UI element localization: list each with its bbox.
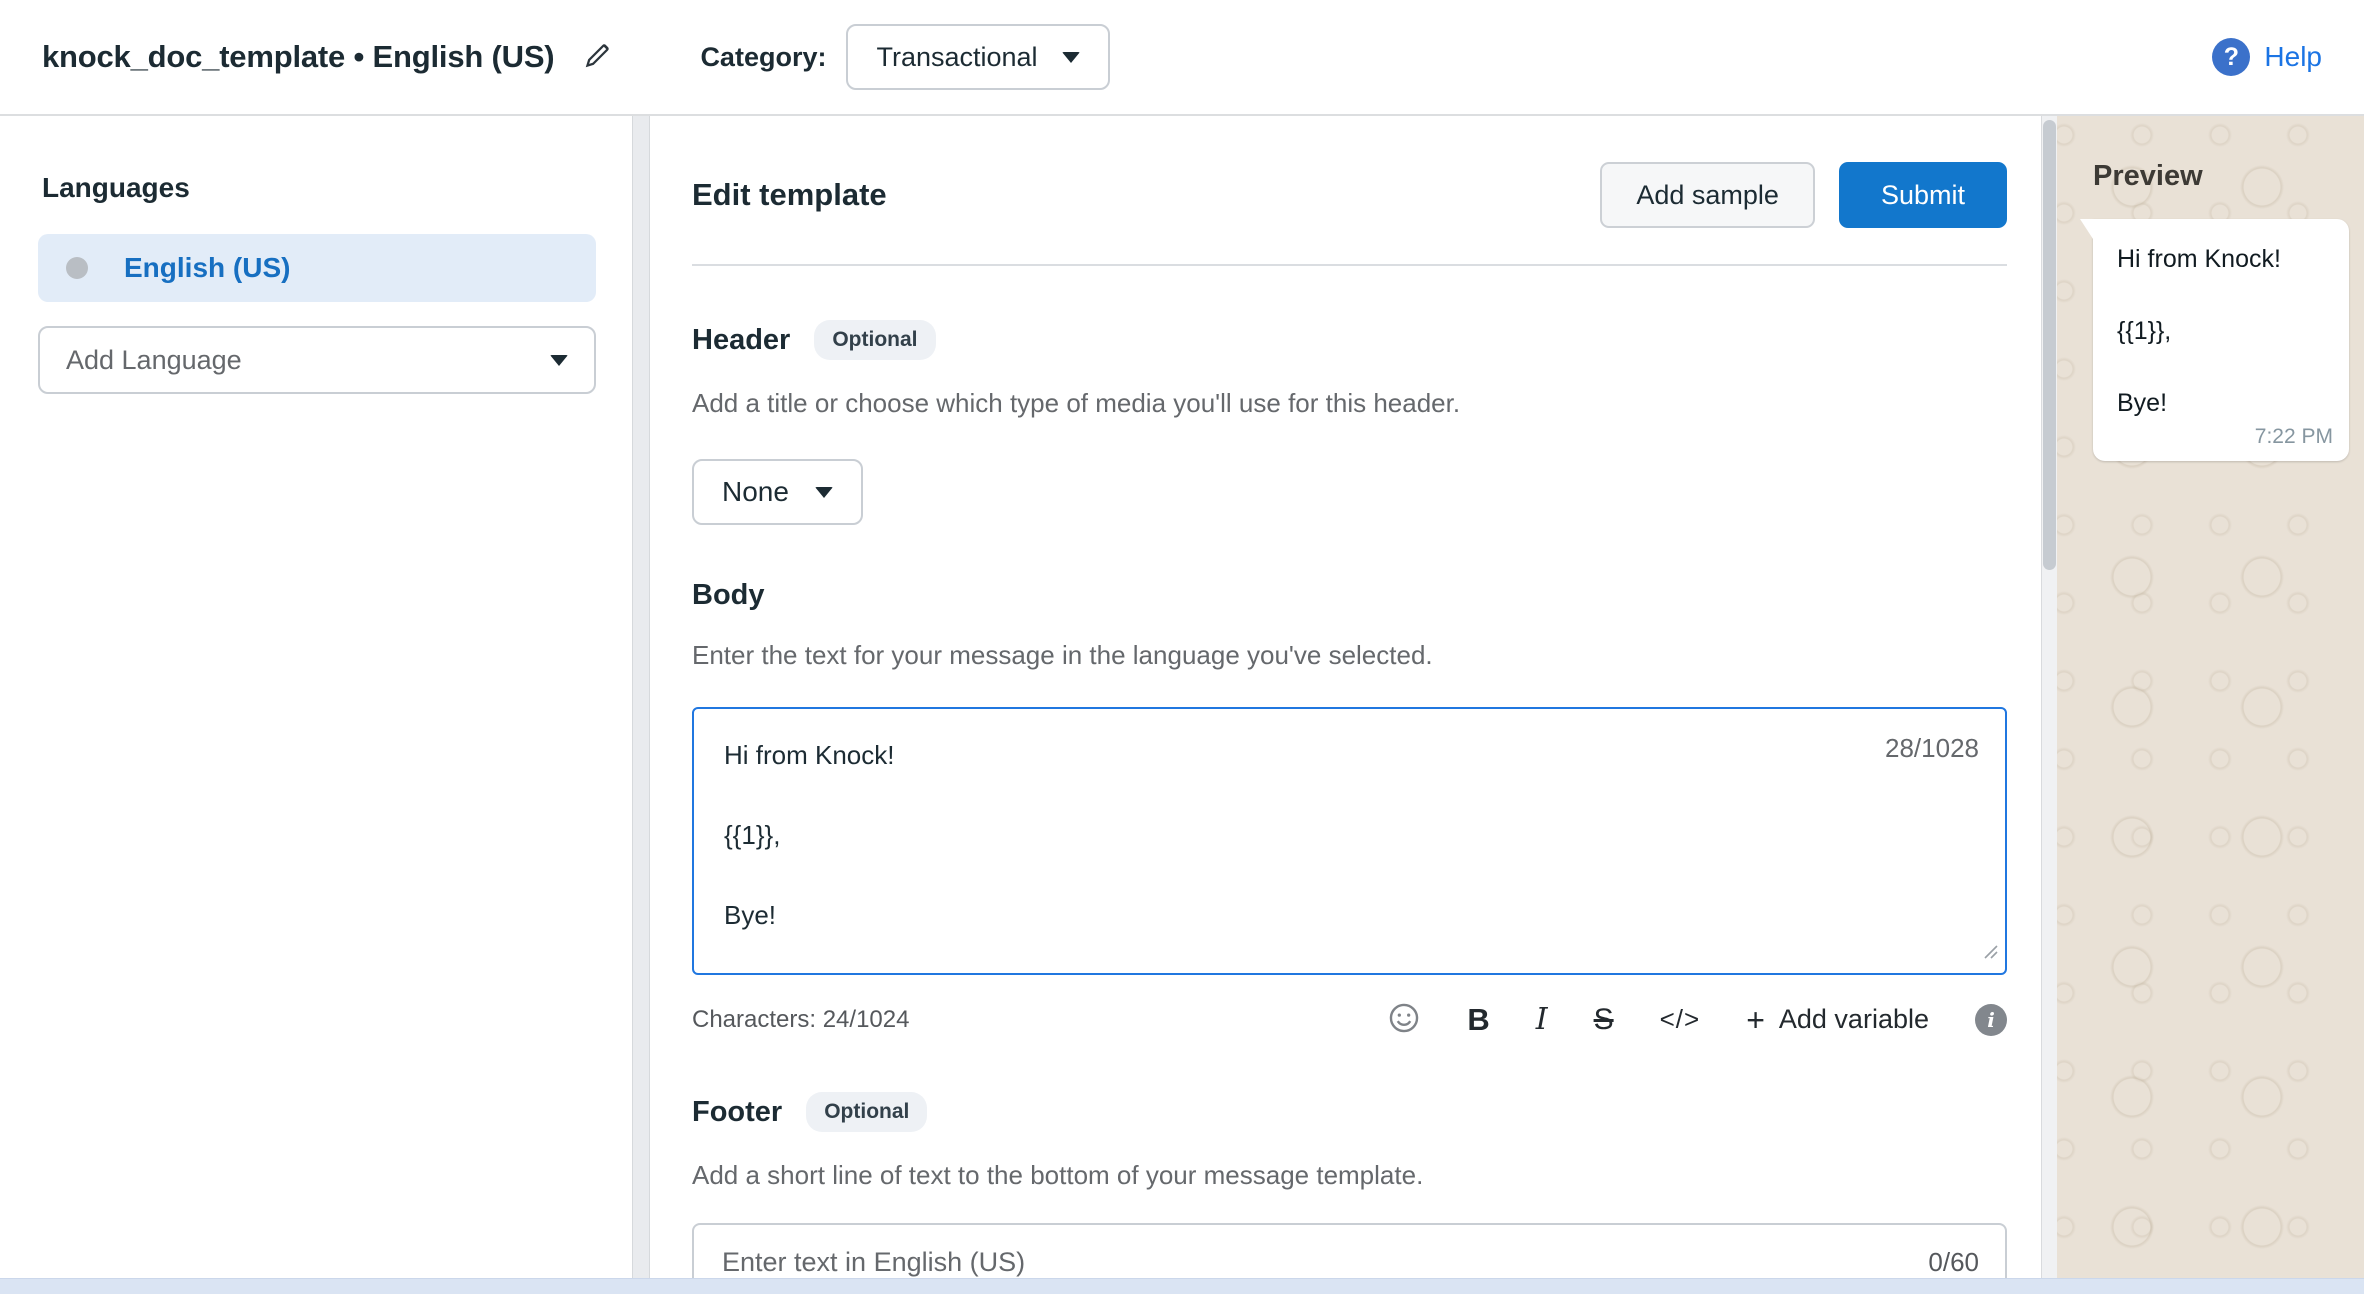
category-label: Category: — [700, 42, 826, 73]
body-textarea[interactable]: Hi from Knock! {{1}}, Bye! — [692, 707, 2007, 975]
bold-button[interactable]: B — [1467, 1002, 1489, 1038]
horizontal-scrollbar[interactable] — [0, 1278, 2364, 1294]
preview-heading: Preview — [2093, 160, 2350, 193]
characters-count: Characters: 24/1024 — [692, 1006, 909, 1034]
language-item-label: English (US) — [124, 252, 290, 284]
header-section-head: Header Optional — [692, 320, 2007, 360]
pencil-icon — [582, 41, 612, 74]
italic-button[interactable]: I — [1536, 1002, 1548, 1037]
footer-section-title: Footer — [692, 1096, 782, 1129]
language-item-english-us[interactable]: English (US) — [38, 234, 596, 302]
strikethrough-icon: S — [1594, 1003, 1614, 1037]
add-variable-label: Add variable — [1779, 1004, 1929, 1035]
edit-template-panel: Edit template Add sample Submit Header O… — [650, 116, 2041, 1294]
languages-sidebar: Languages English (US) Add Language — [0, 116, 632, 1294]
message-bubble: Hi from Knock! {{1}}, Bye! 7:22 PM — [2093, 219, 2349, 461]
category-group: Category: Transactional — [700, 24, 1109, 90]
preview-panel: Preview Hi from Knock! {{1}}, Bye! 7:22 … — [2057, 116, 2364, 1294]
edit-template-heading: Edit template — [692, 177, 887, 213]
info-button[interactable]: i — [1975, 1004, 2007, 1036]
chevron-down-icon — [1062, 52, 1080, 63]
footer-char-counter: 0/60 — [1928, 1247, 1979, 1278]
message-timestamp: 7:22 PM — [2255, 425, 2333, 449]
emoji-button[interactable] — [1387, 1001, 1421, 1038]
body-char-counter: 28/1028 — [1885, 733, 1979, 764]
plus-icon: + — [1746, 1004, 1765, 1036]
divider — [692, 264, 2007, 266]
message-text: Hi from Knock! {{1}}, Bye! — [2117, 241, 2329, 421]
whatsapp-template-editor: knock_doc_template • English (US) Catego… — [0, 0, 2364, 1294]
category-value: Transactional — [876, 42, 1037, 73]
body-textarea-wrap: Hi from Knock! {{1}}, Bye! 28/1028 — [692, 707, 2007, 975]
add-variable-button[interactable]: + Add variable — [1746, 1004, 1929, 1036]
footer-section: Footer Optional Add a short line of text… — [692, 1092, 2007, 1294]
header-section-description: Add a title or choose which type of medi… — [692, 388, 2007, 419]
footer-section-head: Footer Optional — [692, 1092, 2007, 1132]
code-icon: </> — [1660, 1004, 1701, 1035]
main-scrollbar[interactable] — [2041, 116, 2057, 1294]
scrollbar-thumb[interactable] — [2043, 120, 2056, 570]
template-title-group: knock_doc_template • English (US) — [42, 39, 612, 75]
resize-handle-icon[interactable] — [1981, 942, 1999, 965]
strikethrough-button[interactable]: S — [1594, 1003, 1614, 1037]
add-language-placeholder: Add Language — [66, 345, 242, 376]
optional-badge: Optional — [806, 1092, 927, 1132]
chevron-down-icon — [815, 487, 833, 498]
page-title: knock_doc_template • English (US) — [42, 39, 554, 75]
header-actions: Add sample Submit — [1600, 162, 2007, 228]
body-section-title: Body — [692, 579, 765, 612]
header-section: Header Optional Add a title or choose wh… — [692, 320, 2007, 525]
add-sample-button[interactable]: Add sample — [1600, 162, 1815, 228]
code-button[interactable]: </> — [1660, 1004, 1701, 1035]
info-icon: i — [1975, 1004, 2007, 1036]
sidebar-scrollbar[interactable] — [632, 116, 650, 1294]
help-link[interactable]: ? Help — [2212, 38, 2322, 76]
optional-badge: Optional — [814, 320, 935, 360]
submit-button[interactable]: Submit — [1839, 162, 2007, 228]
header-type-value: None — [722, 476, 789, 508]
body-section-head: Body — [692, 579, 2007, 612]
emoji-icon — [1387, 1001, 1421, 1038]
topbar: knock_doc_template • English (US) Catego… — [0, 0, 2364, 116]
status-dot-icon — [66, 257, 88, 279]
italic-icon: I — [1536, 1002, 1548, 1037]
help-label: Help — [2264, 41, 2322, 73]
format-tools: B I S </> + Add variable i — [1387, 1001, 2007, 1038]
body-toolbar: Characters: 24/1024 — [692, 1001, 2007, 1038]
body-section-description: Enter the text for your message in the l… — [692, 640, 2007, 671]
content-row: Languages English (US) Add Language Edit… — [0, 116, 2364, 1294]
category-dropdown[interactable]: Transactional — [846, 24, 1109, 90]
header-section-title: Header — [692, 324, 790, 357]
languages-heading: Languages — [42, 172, 596, 204]
help-icon: ? — [2212, 38, 2250, 76]
chevron-down-icon — [550, 355, 568, 366]
header-type-dropdown[interactable]: None — [692, 459, 863, 525]
add-language-dropdown[interactable]: Add Language — [38, 326, 596, 394]
footer-section-description: Add a short line of text to the bottom o… — [692, 1160, 2007, 1191]
body-section: Body Enter the text for your message in … — [692, 579, 2007, 1038]
edit-title-button[interactable] — [582, 41, 612, 74]
edit-template-header: Edit template Add sample Submit — [692, 162, 2007, 228]
bold-icon: B — [1467, 1002, 1489, 1038]
bubble-tail-icon — [2080, 219, 2093, 239]
